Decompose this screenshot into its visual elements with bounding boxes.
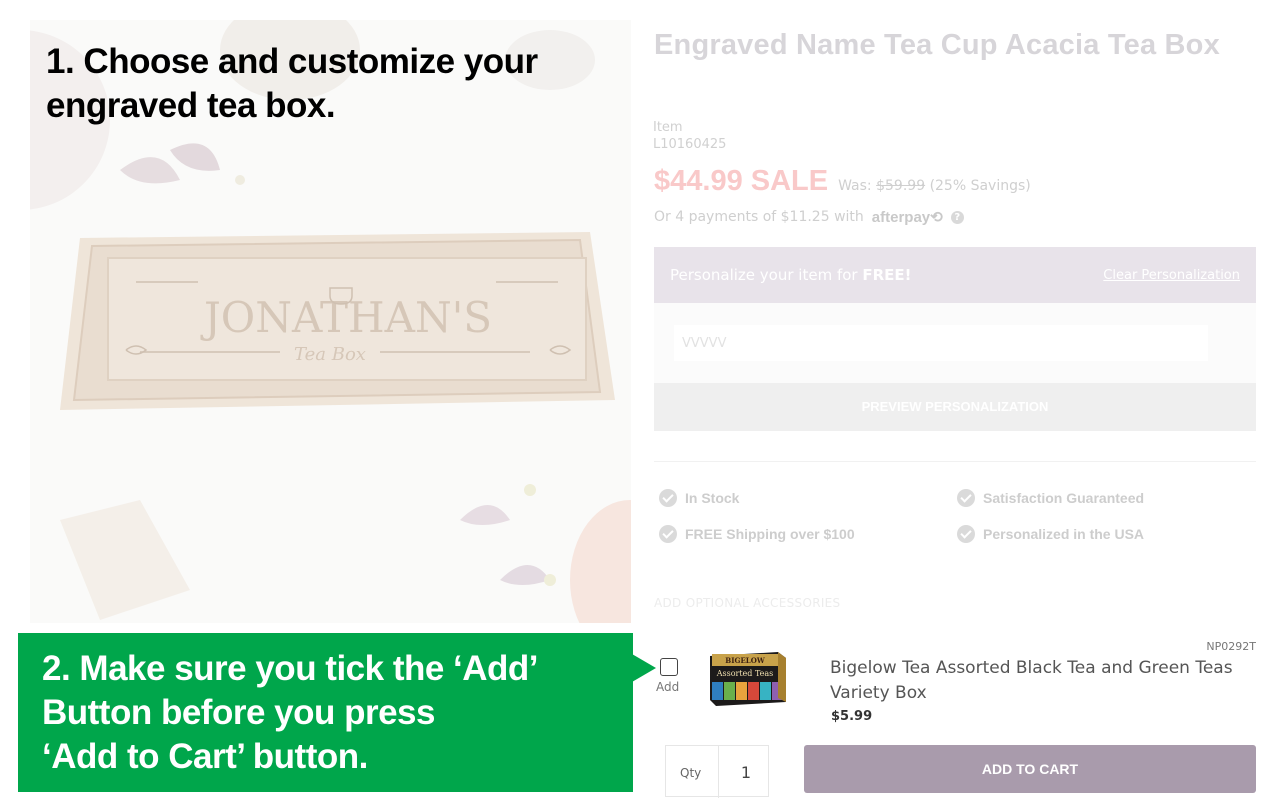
product-title: Engraved Name Tea Cup Acacia Tea Box xyxy=(654,29,1220,61)
check-circle-icon xyxy=(659,489,677,507)
step1-instruction: 1. Choose and customize your engraved te… xyxy=(46,42,538,125)
check-circle-icon xyxy=(957,525,975,543)
was-price: Was: $59.99 (25% Savings) xyxy=(838,178,1031,194)
add-accessory-checkbox[interactable] xyxy=(660,658,678,676)
check-circle-icon xyxy=(957,489,975,507)
box-brand: BIGELOW xyxy=(725,656,765,665)
engraving-sub: Tea Box xyxy=(294,344,366,365)
price-row: $44.99 SALE Was: $59.99 (25% Savings) xyxy=(654,165,1031,198)
help-icon[interactable]: ? xyxy=(950,210,964,224)
feature-satisfaction: Satisfaction Guaranteed xyxy=(957,489,1144,507)
divider xyxy=(654,461,1256,462)
afterpay-logo-text: afterpay xyxy=(871,209,931,226)
feature-label: Personalized in the USA xyxy=(983,526,1145,542)
clear-personalization-link[interactable]: Clear Personalization xyxy=(1103,268,1240,283)
feature-label: FREE Shipping over $100 xyxy=(685,526,855,542)
step2-banner: 2. Make sure you tick the ‘Add’ Button b… xyxy=(18,633,633,792)
quantity-stepper: Qty xyxy=(665,745,773,798)
was-label: Was: xyxy=(838,178,872,194)
feature-label: Satisfaction Guaranteed xyxy=(983,490,1145,506)
afterpay-text: Or 4 payments of $11.25 with xyxy=(654,209,864,225)
feature-shipping: FREE Shipping over $100 xyxy=(659,525,855,543)
afterpay-logo: afterpay⟲ xyxy=(871,209,943,226)
add-label: Add xyxy=(656,680,680,694)
personalize-prefix: Personalize your item for xyxy=(670,266,863,284)
banner-arrow xyxy=(632,654,656,682)
personalize-form xyxy=(654,303,1256,383)
personalize-title: Personalize your item for FREE! xyxy=(670,266,912,284)
personalization-input[interactable] xyxy=(674,325,1208,361)
step2-instruction: 2. Make sure you tick the ‘Add’ Button b… xyxy=(42,649,539,776)
add-to-cart-button[interactable]: ADD TO CART xyxy=(804,745,1256,793)
original-price: $59.99 xyxy=(876,178,926,194)
box-title: Assorted Teas xyxy=(716,669,774,678)
engraving-name: JONATHAN'S xyxy=(200,293,492,342)
sale-price: $44.99 SALE xyxy=(654,165,829,197)
item-sku: L10160425 xyxy=(653,137,727,152)
personalize-free: FREE! xyxy=(862,266,912,284)
quantity-input[interactable] xyxy=(719,746,773,798)
afterpay-row: Or 4 payments of $11.25 with afterpay⟲ ? xyxy=(654,208,964,226)
feature-usa: Personalized in the USA xyxy=(957,525,1144,543)
accessory-price: $5.99 xyxy=(831,709,873,724)
item-label: Item xyxy=(653,120,683,135)
accessory-name: Bigelow Tea Assorted Black Tea and Green… xyxy=(830,658,1233,703)
accessory-sku: NP0292T xyxy=(1206,640,1256,653)
accessories-heading: ADD OPTIONAL ACCESSORIES xyxy=(654,596,841,610)
preview-personalization-button[interactable]: PREVIEW PERSONALIZATION xyxy=(654,383,1256,431)
personalize-header: Personalize your item for FREE! Clear Pe… xyxy=(654,247,1256,303)
accessory-image: BIGELOW Assorted Teas xyxy=(710,652,786,706)
feature-in-stock: In Stock xyxy=(659,489,739,507)
check-circle-icon xyxy=(659,525,677,543)
feature-label: In Stock xyxy=(685,490,740,506)
savings-text: (25% Savings) xyxy=(929,178,1031,194)
qty-label: Qty xyxy=(680,766,702,780)
